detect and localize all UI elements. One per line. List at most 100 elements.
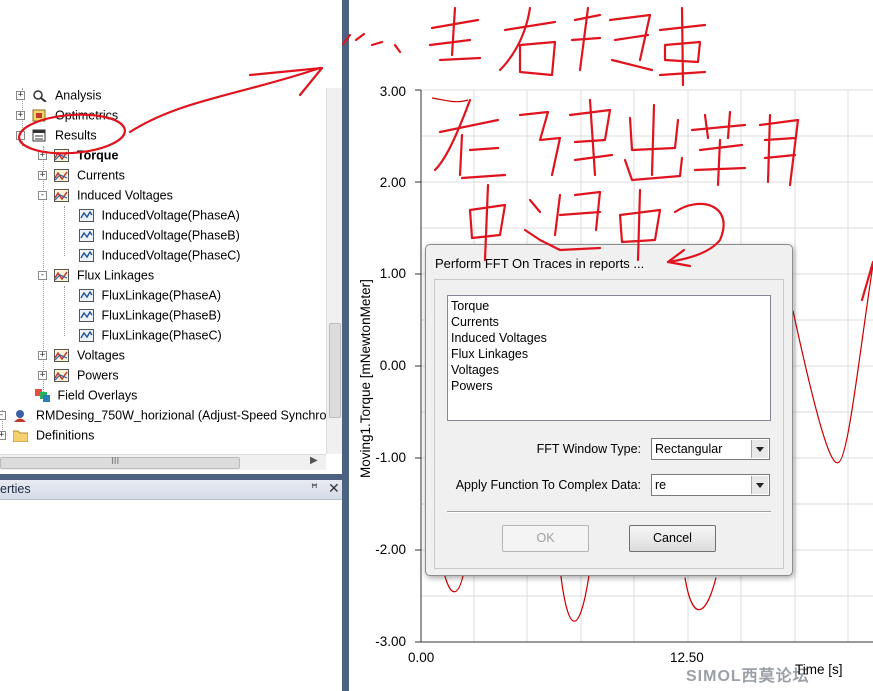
- tree-item-results[interactable]: - Results: [16, 126, 97, 144]
- trace-icon: [79, 209, 94, 223]
- tree-item-flux-linkages[interactable]: - Flux Linkages: [38, 266, 154, 284]
- tree-item-label: Optimetrics: [54, 108, 119, 123]
- complex-data-label: Apply Function To Complex Data:: [455, 478, 641, 492]
- list-item[interactable]: Induced Voltages: [451, 330, 767, 346]
- dialog-client-area: Torque Currents Induced Voltages Flux Li…: [434, 279, 784, 569]
- window-type-value: Rectangular: [655, 442, 723, 456]
- tree-item-voltages[interactable]: + Voltages: [38, 346, 125, 364]
- design-icon: [13, 409, 28, 423]
- close-icon[interactable]: ✕: [328, 480, 340, 497]
- chevron-down-icon[interactable]: [751, 476, 768, 494]
- tree-item-label: FluxLinkage(PhaseB): [101, 308, 221, 323]
- tree-item-trace[interactable]: FluxLinkage(PhaseA): [79, 286, 221, 304]
- expand-icon[interactable]: +: [38, 351, 47, 361]
- tree-item-optimetrics[interactable]: + Optimetrics: [16, 106, 118, 124]
- scroll-thumb[interactable]: III: [0, 456, 240, 469]
- tree-item-label: Voltages: [76, 348, 125, 363]
- list-item[interactable]: Torque: [451, 298, 767, 314]
- tree-item-torque[interactable]: + Torque: [38, 146, 118, 164]
- scroll-grip: III: [111, 456, 120, 467]
- y-tick-label: 0.00: [379, 358, 406, 373]
- chevron-down-icon[interactable]: [751, 440, 768, 458]
- report-icon: [54, 169, 70, 183]
- y-tick-label: 3.00: [379, 84, 406, 99]
- tree-item-label: InducedVoltage(PhaseC): [101, 248, 241, 263]
- cancel-button[interactable]: Cancel: [629, 525, 716, 552]
- y-axis-label: Moving1.Torque [mNewtonMeter]: [358, 279, 373, 478]
- collapse-icon[interactable]: -: [38, 191, 47, 201]
- tree-item-label: FluxLinkage(PhaseC): [101, 328, 222, 343]
- x-tick-label: 0.00: [408, 650, 435, 665]
- collapse-icon[interactable]: -: [0, 411, 6, 421]
- window-type-label: FFT Window Type:: [536, 442, 641, 456]
- complex-function-value: re: [655, 478, 667, 492]
- complex-function-select[interactable]: re: [651, 474, 770, 496]
- tree-horizontal-scrollbar[interactable]: III ▶: [0, 454, 326, 470]
- tree-item-label: InducedVoltage(PhaseA): [101, 208, 240, 223]
- expand-icon[interactable]: +: [38, 151, 47, 161]
- dialog-title: Perform FFT On Traces in reports ...: [435, 256, 645, 271]
- list-item[interactable]: Currents: [451, 314, 767, 330]
- collapse-icon[interactable]: -: [38, 271, 47, 281]
- pin-icon[interactable]: ꟸ: [311, 481, 318, 495]
- tree-item-label: Results: [54, 128, 97, 143]
- expand-icon[interactable]: +: [16, 91, 25, 101]
- report-icon: [54, 189, 70, 203]
- list-item[interactable]: Voltages: [451, 362, 767, 378]
- tree-item-label: Definitions: [35, 428, 95, 443]
- expand-icon[interactable]: +: [38, 371, 47, 381]
- tree-item-design[interactable]: - RMDesing_750W_horizional (Adjust-Speed…: [0, 406, 326, 424]
- tree-item-powers[interactable]: + Powers: [38, 366, 119, 384]
- tree-item-label: InducedVoltage(PhaseB): [101, 228, 240, 243]
- folder-icon: [12, 429, 29, 443]
- tree-item-induced-voltages[interactable]: - Induced Voltages: [38, 186, 173, 204]
- field-overlays-icon: [35, 389, 50, 403]
- ok-button[interactable]: OK: [502, 525, 589, 552]
- scroll-right-arrow-icon[interactable]: ▶: [310, 455, 318, 466]
- series-line: [684, 577, 717, 611]
- tree-connector: [64, 286, 65, 336]
- list-item[interactable]: Flux Linkages: [451, 346, 767, 362]
- list-item[interactable]: Powers: [451, 378, 767, 394]
- trace-icon: [79, 249, 94, 263]
- collapse-icon[interactable]: -: [16, 131, 25, 141]
- tree-item-trace[interactable]: InducedVoltage(PhaseA): [79, 206, 240, 224]
- tree-item-label: FluxLinkage(PhaseA): [101, 288, 221, 303]
- tree-item-trace[interactable]: FluxLinkage(PhaseB): [79, 306, 221, 324]
- x-axis-label: Time [s]: [795, 662, 843, 677]
- vertical-splitter[interactable]: [342, 0, 349, 691]
- report-list[interactable]: Torque Currents Induced Voltages Flux Li…: [447, 295, 771, 421]
- tree-item-trace[interactable]: InducedVoltage(PhaseB): [79, 226, 240, 244]
- tree-item-label: Currents: [76, 168, 125, 183]
- expand-icon[interactable]: +: [16, 111, 25, 121]
- dialog-separator: [447, 511, 771, 513]
- properties-panel-header: erties ꟸ ✕: [0, 480, 342, 500]
- properties-panel-body: [0, 500, 342, 691]
- watermark-logo: SIMOL西莫论坛: [686, 668, 810, 685]
- optimetrics-icon: [32, 109, 47, 122]
- tree-item-label: Field Overlays: [57, 388, 138, 403]
- tree-item-field-overlays[interactable]: Field Overlays: [35, 386, 137, 404]
- tree-item-trace[interactable]: FluxLinkage(PhaseC): [79, 326, 222, 344]
- tree-item-label: Induced Voltages: [76, 188, 173, 203]
- tree-item-currents[interactable]: + Currents: [38, 166, 125, 184]
- tree-connector: [64, 206, 65, 256]
- report-icon: [54, 369, 70, 383]
- y-tick-label: -2.00: [375, 542, 406, 557]
- tree-item-definitions[interactable]: + Definitions: [0, 426, 94, 444]
- scroll-thumb[interactable]: [329, 323, 341, 418]
- tree-item-analysis[interactable]: + Analysis: [16, 86, 102, 104]
- expand-icon[interactable]: +: [38, 171, 47, 181]
- trace-icon: [79, 309, 94, 323]
- trace-icon: [79, 289, 94, 303]
- y-tick-label: 2.00: [379, 175, 406, 190]
- tree-item-label: Torque: [76, 148, 119, 163]
- window-type-select[interactable]: Rectangular: [651, 438, 770, 460]
- expand-icon[interactable]: +: [0, 431, 6, 441]
- project-tree-panel: + Analysis + Optimetrics - Results + Tor…: [0, 0, 342, 474]
- tree-item-label: Flux Linkages: [76, 268, 155, 283]
- report-icon: [54, 349, 70, 363]
- trace-icon: [79, 229, 94, 243]
- tree-item-trace[interactable]: InducedVoltage(PhaseC): [79, 246, 240, 264]
- tree-vertical-scrollbar[interactable]: [326, 88, 342, 454]
